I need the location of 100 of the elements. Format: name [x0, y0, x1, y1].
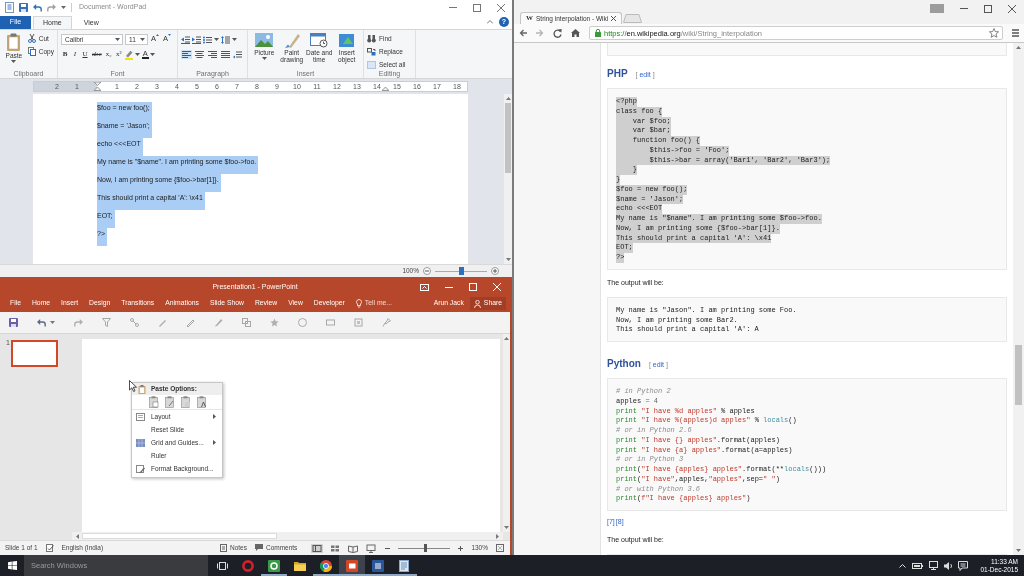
person-icon [473, 299, 481, 308]
battery-icon[interactable] [912, 562, 924, 569]
layout-icon [136, 412, 145, 421]
zoom-in-button[interactable] [491, 267, 499, 275]
screen-icon[interactable] [365, 543, 378, 553]
taskbar-app-button[interactable] [339, 555, 365, 576]
caret-icon [232, 38, 237, 41]
replace-icon [367, 47, 376, 56]
clipboard-icon [6, 33, 22, 51]
page-brush-icon [136, 464, 145, 473]
align-center-icon[interactable] [194, 50, 205, 59]
document-tile-icon [372, 559, 384, 572]
align-right-icon[interactable] [207, 50, 218, 59]
maximize-icon[interactable] [984, 4, 992, 13]
scroll-down-icon[interactable] [505, 258, 511, 261]
note-icon [219, 544, 227, 552]
slide-thumbnail[interactable] [10, 340, 58, 367]
zoom-slider-thumb[interactable] [458, 267, 464, 275]
page-check-icon[interactable] [45, 544, 54, 552]
text-direction-icon[interactable] [233, 50, 242, 59]
speaker-icon[interactable] [944, 560, 953, 571]
zoom-out-button[interactable] [423, 267, 431, 275]
save-icon[interactable] [9, 318, 18, 327]
caret-icon [134, 53, 140, 56]
line-spacing-icon[interactable] [221, 35, 230, 44]
undo-icon[interactable] [33, 3, 42, 12]
ribbon-display-icon[interactable] [420, 283, 429, 291]
increase-indent-icon[interactable] [192, 35, 201, 44]
clipboard-icon[interactable] [149, 396, 159, 408]
monitor-icon[interactable] [929, 561, 939, 570]
message-icon[interactable] [958, 560, 969, 571]
fit-slide-icon[interactable] [496, 544, 504, 552]
scrollbar-thumb[interactable] [82, 533, 277, 539]
scroll-down-icon[interactable] [504, 526, 509, 529]
highlighter-icon[interactable] [124, 49, 133, 60]
windows-logo-icon[interactable] [7, 561, 17, 570]
scroll-up-icon[interactable] [504, 337, 509, 340]
menu-icon[interactable] [1012, 29, 1019, 37]
caret-right-icon [213, 440, 216, 445]
vertical-scrollbar[interactable] [1013, 43, 1024, 555]
close-icon[interactable] [1008, 4, 1016, 13]
redo-icon[interactable] [47, 3, 56, 12]
nodes-icon[interactable] [130, 318, 139, 327]
calendar-clock-icon [310, 33, 329, 48]
clipboard-icon[interactable] [197, 396, 207, 408]
object-icon [337, 33, 356, 48]
align-left-icon[interactable] [181, 50, 192, 59]
section-heading: Python [607, 357, 641, 371]
book-icon[interactable] [347, 543, 360, 553]
lightbulb-icon [355, 299, 362, 308]
save-icon[interactable] [19, 3, 28, 12]
wheel-icon [320, 559, 332, 572]
decrease-indent-icon[interactable] [181, 35, 190, 44]
task-view-icon[interactable] [216, 561, 228, 570]
caret-icon [261, 57, 267, 60]
picture-icon [255, 33, 274, 48]
normal-view-icon[interactable] [311, 543, 324, 553]
scroll-right-icon[interactable] [496, 533, 499, 539]
slide-tile-icon [346, 559, 358, 572]
justify-icon[interactable] [220, 50, 231, 59]
scroll-left-icon[interactable] [76, 533, 79, 539]
plus-icon[interactable] [458, 545, 464, 551]
star-icon[interactable] [270, 318, 279, 327]
section-heading: PHP [607, 67, 628, 81]
close-icon[interactable] [497, 3, 505, 12]
comment-icon [254, 544, 263, 552]
ring-icon [242, 559, 254, 572]
horizontal-scrollbar[interactable] [72, 532, 503, 540]
scroll-up-icon[interactable] [505, 97, 511, 100]
maximize-icon[interactable] [473, 3, 481, 12]
zoom-slider-thumb[interactable] [424, 544, 428, 552]
caret-down-icon [168, 34, 172, 36]
caret-icon [11, 60, 17, 63]
bullet-list-icon[interactable] [203, 35, 212, 44]
minimize-icon[interactable] [445, 286, 453, 288]
grid-icon [136, 438, 145, 447]
grid-view-icon[interactable] [329, 543, 342, 553]
vertical-scrollbar[interactable] [504, 94, 512, 264]
scroll-down-icon[interactable] [1016, 549, 1021, 552]
lock-icon [595, 29, 601, 37]
select-all-icon [367, 60, 376, 69]
close-icon[interactable] [611, 16, 617, 21]
minus-icon[interactable] [385, 547, 391, 549]
scrollbar-thumb[interactable] [1015, 345, 1022, 405]
undo-icon[interactable] [37, 318, 46, 327]
vertical-scrollbar[interactable] [503, 334, 510, 532]
notepad-icon [398, 559, 410, 572]
paintbrush-icon [282, 33, 301, 48]
scissors-icon [27, 34, 36, 43]
caret-up-icon [156, 34, 159, 36]
clipboard-icon[interactable] [165, 396, 175, 408]
indent-marker-icon[interactable] [94, 82, 101, 91]
back-arrow-icon[interactable] [519, 29, 527, 37]
reload-icon[interactable] [553, 28, 562, 38]
home-icon[interactable] [571, 29, 580, 37]
ring-tile-icon [268, 559, 280, 572]
clipboard-icon[interactable] [181, 396, 191, 408]
scroll-up-icon[interactable] [1016, 46, 1021, 49]
scrollbar-thumb[interactable] [505, 103, 511, 173]
star-icon[interactable] [989, 28, 999, 38]
